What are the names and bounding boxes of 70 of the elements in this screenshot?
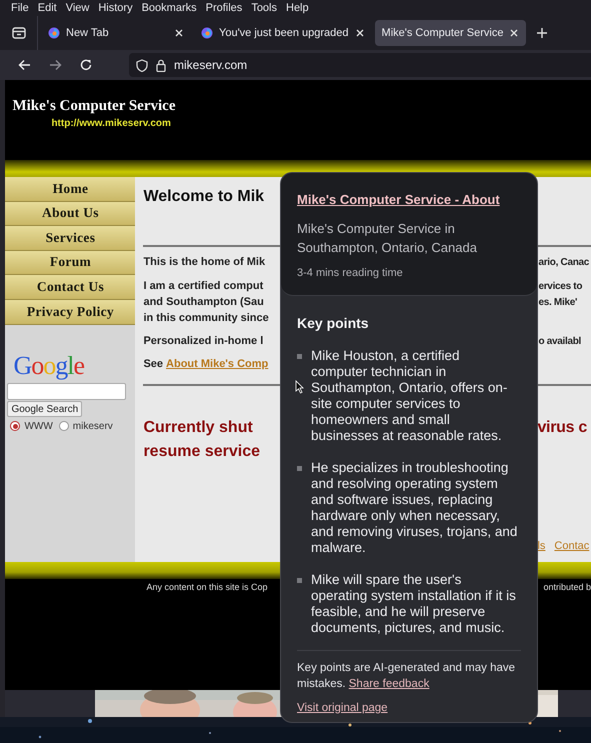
radio-button[interactable] bbox=[10, 421, 20, 432]
url-text: mikeserv.com bbox=[174, 57, 248, 74]
site-url[interactable]: http://www.mikeserv.com bbox=[51, 119, 171, 129]
menu-item[interactable]: Tools bbox=[251, 2, 277, 14]
radio-label: mikeserv bbox=[72, 420, 113, 434]
key-point: Mike will spare the user's operating system installation if it is feasible, and he will preserve documents, pictures, and music. bbox=[311, 572, 517, 636]
plus-icon bbox=[536, 27, 548, 39]
search-field[interactable] bbox=[7, 382, 126, 400]
browser-tab[interactable]: You've just been upgraded bbox=[194, 20, 372, 46]
disclaimer-text: Key points are AI-generated and may have mistakes. Share feedback bbox=[297, 661, 516, 692]
search-button[interactable]: Google Search bbox=[7, 400, 82, 417]
close-icon bbox=[354, 28, 365, 38]
bullet-icon bbox=[297, 354, 302, 359]
visit-page-link[interactable]: Visit original page bbox=[297, 700, 388, 718]
menu-item[interactable]: File bbox=[11, 2, 29, 14]
tab-list-icon bbox=[12, 27, 26, 39]
address-bar[interactable]: mikeserv.com bbox=[129, 53, 591, 77]
reading-time: 3-4 mins reading time bbox=[297, 266, 404, 280]
favicon-icon bbox=[201, 27, 213, 39]
nav-button[interactable]: Home bbox=[5, 177, 136, 202]
nav-button[interactable]: Privacy Policy bbox=[5, 300, 136, 325]
notice-text: Currently shut bbox=[143, 418, 253, 438]
nav-button[interactable]: About Us bbox=[5, 202, 136, 226]
radio-label: WWW bbox=[24, 420, 53, 434]
body-text: es. Mike' bbox=[537, 296, 578, 310]
body-text: ario, Canac bbox=[537, 256, 590, 270]
site-title: Mike's Computer Service bbox=[12, 99, 176, 114]
nav-button[interactable]: Contact Us bbox=[5, 275, 136, 300]
key-point: Mike Houston, a certified computer technician in Southampton, Ontario, offers on-site computer services to homeowners and small businesses at reasonable rates. bbox=[311, 348, 508, 444]
notice-text: virus c bbox=[536, 418, 587, 438]
body-text: and Southampton (Sau bbox=[143, 294, 264, 310]
nav-button[interactable]: Forum bbox=[5, 250, 136, 276]
body-text: See bbox=[143, 357, 164, 372]
menu-item[interactable]: History bbox=[98, 2, 133, 14]
copyright-text: ontributed b bbox=[543, 581, 591, 594]
back-icon bbox=[18, 59, 31, 71]
menu-item[interactable]: Bookmarks bbox=[142, 2, 197, 14]
browser-tab[interactable]: New Tab bbox=[41, 20, 191, 46]
reload-icon bbox=[80, 59, 92, 71]
cursor-icon bbox=[295, 380, 304, 394]
page-heading: Welcome to Mik bbox=[143, 187, 264, 207]
page-description: Mike's Computer Service in Southampton, Ontario, Canada bbox=[297, 220, 478, 256]
body-text: o availabl bbox=[537, 334, 582, 348]
google-logo: Google bbox=[13, 352, 84, 379]
bullet-icon bbox=[297, 466, 302, 471]
section-heading: Key points bbox=[297, 314, 370, 333]
copyright-text: Any content on this site is Cop bbox=[146, 581, 269, 594]
radio-button[interactable] bbox=[58, 421, 69, 432]
bullet-icon bbox=[297, 578, 302, 583]
menu-item[interactable]: Profiles bbox=[206, 2, 242, 14]
feedback-link[interactable]: Share feedback bbox=[348, 678, 430, 690]
lock-icon bbox=[156, 58, 166, 72]
body-text: Personalized in-home l bbox=[143, 334, 264, 349]
menu-item[interactable]: View bbox=[66, 2, 90, 14]
page-title-link[interactable]: Mike's Computer Service - About bbox=[297, 190, 500, 210]
key-point: He specializes in troubleshooting and resolving operating system and software issues, replacing hardware only when necessary, and removing viruses, trojans, and malware. bbox=[311, 460, 518, 556]
notice-text: resume service bbox=[143, 442, 260, 462]
body-text: This is the home of Mik bbox=[143, 254, 266, 270]
nav-button[interactable]: Services bbox=[5, 226, 136, 251]
shield-icon bbox=[136, 58, 148, 72]
close-icon bbox=[509, 28, 520, 38]
body-text: in this community since bbox=[143, 310, 269, 326]
browser-tab[interactable]: Mike's Computer Service bbox=[374, 20, 526, 46]
body-text: ervices to bbox=[537, 280, 582, 294]
body-text: I am a certified comput bbox=[143, 278, 264, 294]
favicon-icon bbox=[48, 27, 60, 39]
close-icon bbox=[174, 28, 184, 38]
menu-item[interactable]: Help bbox=[286, 2, 309, 14]
forward-icon bbox=[49, 59, 62, 71]
menu-item[interactable]: Edit bbox=[38, 2, 57, 14]
